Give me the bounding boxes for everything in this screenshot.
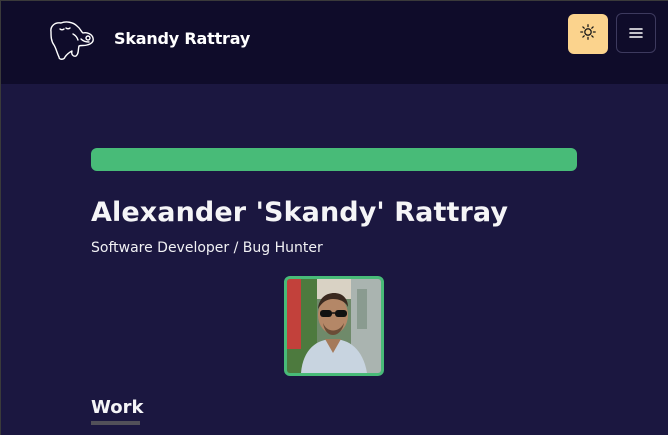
navbar: Skandy Rattray [1,1,668,84]
page-subtitle: Software Developer / Bug Hunter [91,240,323,256]
menu-button[interactable] [616,13,656,53]
section-underline [91,421,140,425]
avatar [284,276,384,376]
site-title[interactable]: Skandy Rattray [114,29,250,48]
page: Skandy Rattray Alexander 'Skandy' Rattra… [0,0,668,435]
sun-icon [580,24,596,44]
theme-toggle-button[interactable] [568,14,608,54]
banner-bar [91,148,577,171]
dog-head-logo-icon[interactable] [45,18,97,62]
section-heading-work: Work [91,397,144,418]
hamburger-menu-icon [629,24,643,43]
page-title: Alexander 'Skandy' Rattray [91,197,509,228]
